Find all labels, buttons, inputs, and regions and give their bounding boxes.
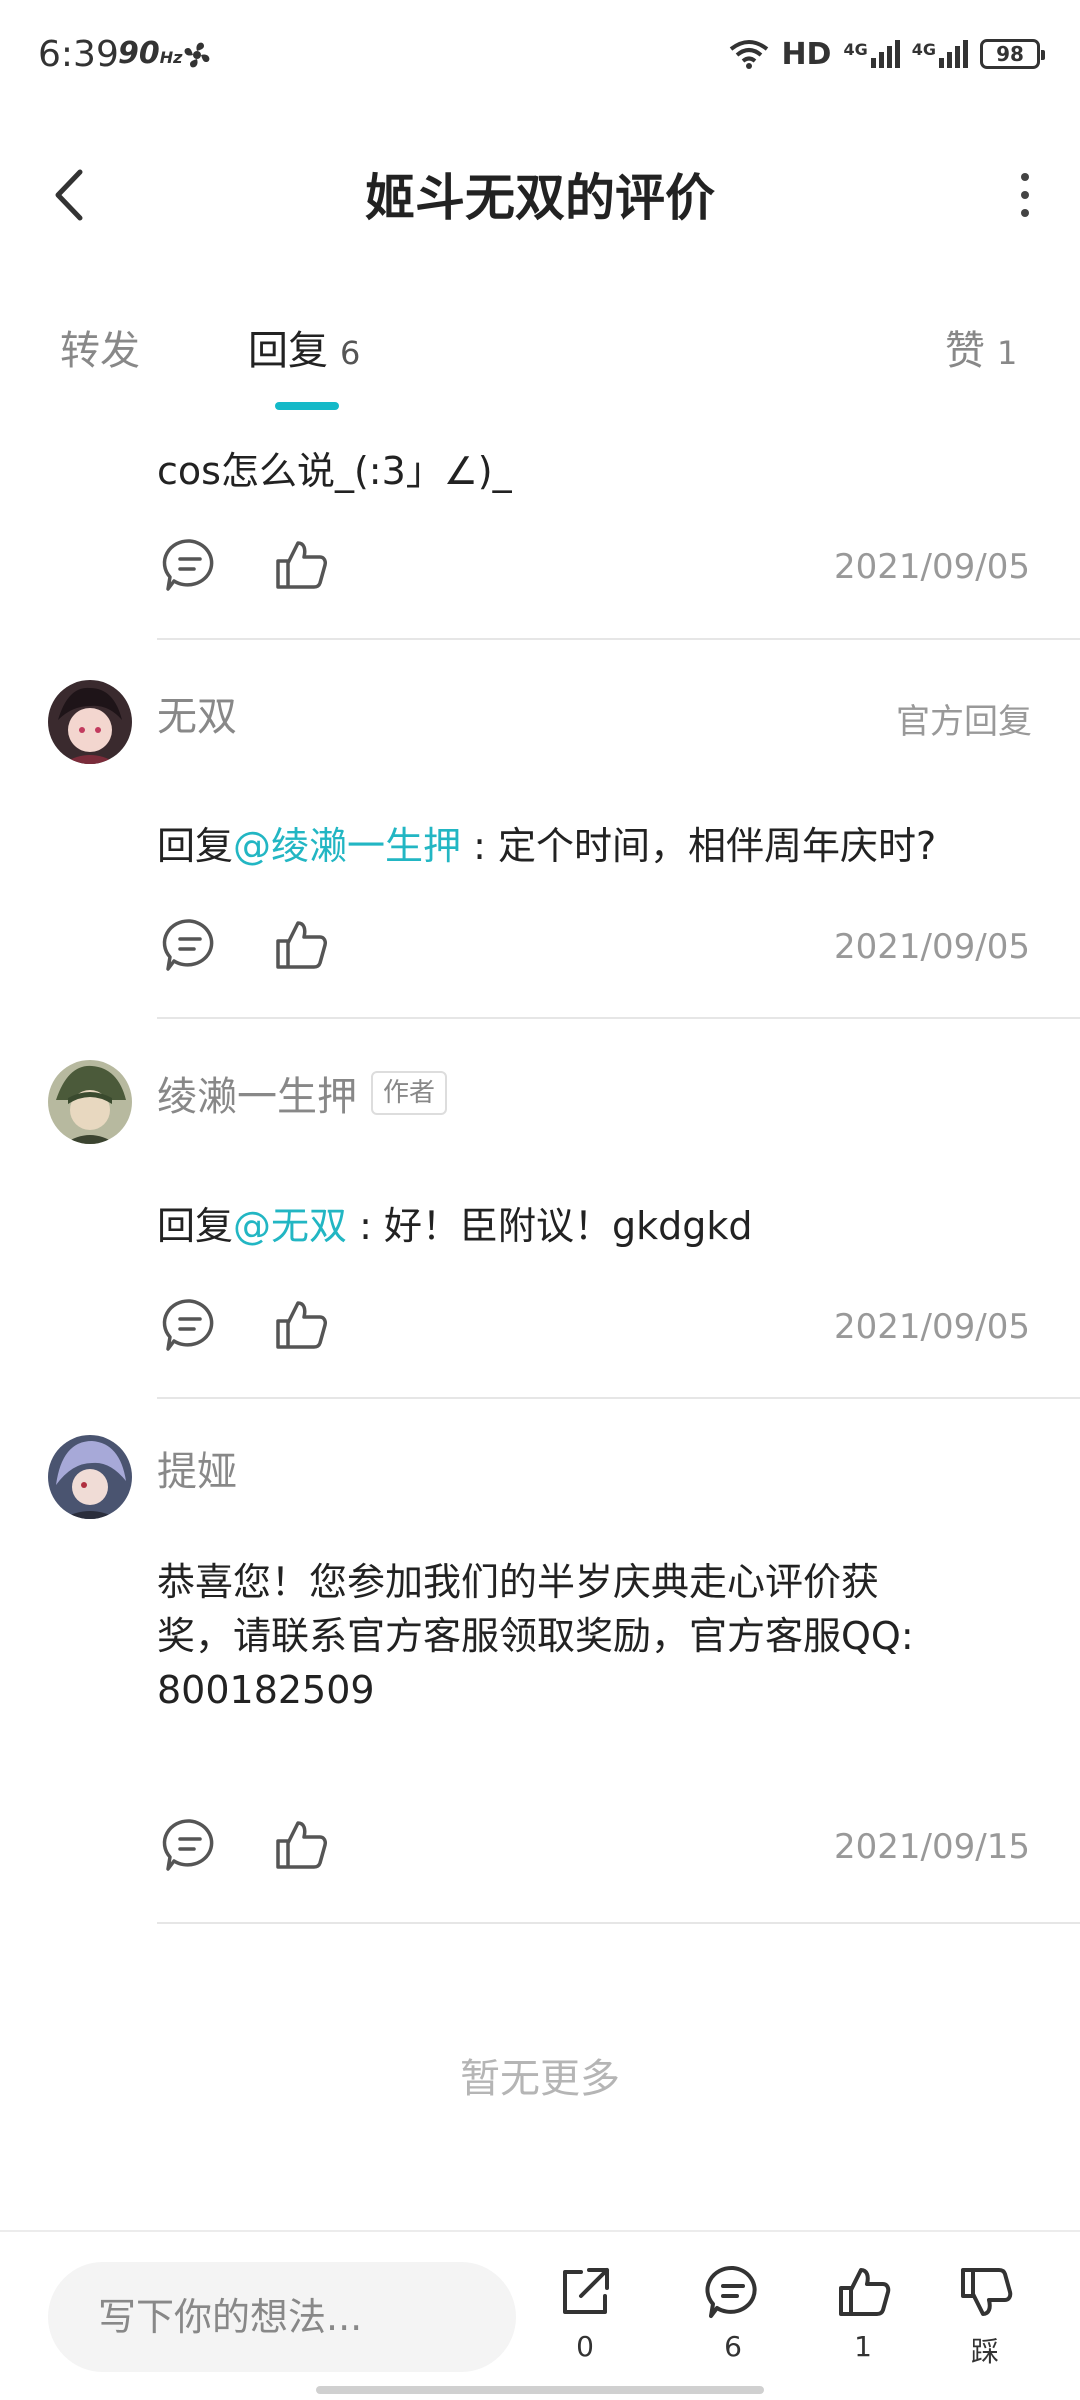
mention-link[interactable]: @无双 xyxy=(233,1204,347,1248)
comment-input[interactable]: 写下你的想法... xyxy=(48,2262,516,2372)
scrolled-text-remnant xyxy=(150,410,1000,430)
thumbs-up-icon[interactable] xyxy=(270,1295,330,1355)
comment-count: 6 xyxy=(724,2330,742,2363)
thumbs-up-icon[interactable] xyxy=(270,1815,330,1875)
reply-body: cos怎么说_(:3」∠)_ xyxy=(157,449,512,493)
avatar[interactable] xyxy=(48,680,132,764)
username[interactable]: 提娅 xyxy=(157,1439,237,1497)
thumbs-up-icon[interactable] xyxy=(270,915,330,975)
status-time: 6:39 xyxy=(38,34,119,75)
reply-item: 无双 官方回复 回复@绫濑一生押 : 定个时间，相伴周年庆时? 2021/09/… xyxy=(0,680,1080,1040)
reply-actions: 2021/09/05 xyxy=(160,535,1040,605)
bottom-action-bar: 写下你的想法... 0 6 1 踩 xyxy=(0,2230,1080,2400)
thumbs-up-icon[interactable] xyxy=(270,535,330,595)
status-indicators: HD 4G 4G 98 xyxy=(729,34,1045,74)
thumbs-down-icon xyxy=(961,2268,1013,2316)
username[interactable]: 绫濑一生押 作者 xyxy=(157,1064,448,1122)
comment-icon[interactable] xyxy=(160,915,220,975)
reply-actions: 2021/09/05 xyxy=(160,915,1040,985)
tab-like[interactable]: 赞1 xyxy=(945,318,1017,376)
comment-icon[interactable] xyxy=(160,535,220,595)
reply-body: 回复@绫濑一生押 : 定个时间，相伴周年庆时? xyxy=(157,824,937,868)
divider xyxy=(157,1397,1080,1399)
dislike-button[interactable]: 踩 xyxy=(940,2262,1030,2382)
divider xyxy=(157,638,1080,640)
share-count: 0 xyxy=(576,2330,594,2363)
avatar[interactable] xyxy=(48,1060,132,1144)
more-options-icon[interactable] xyxy=(1010,165,1040,225)
author-tag: 作者 xyxy=(371,1071,448,1115)
status-bar: 6:39 90Hz HD 4G 4G 98 xyxy=(0,0,1080,110)
reply-date: 2021/09/05 xyxy=(834,927,1030,967)
no-more-label: 暂无更多 xyxy=(460,2056,620,2102)
tab-forward[interactable]: 转发 xyxy=(60,318,140,376)
fan-icon xyxy=(184,42,210,68)
tab-bar: 转发 回复 6 赞1 xyxy=(0,300,1080,410)
reply-item: 提娅 恭喜您！您参加我们的半岁庆典走心评价获 奖，请联系官方客服领取奖励，官方客… xyxy=(0,1435,1080,1955)
page-header: 姬斗无双的评价 xyxy=(0,120,1080,270)
official-reply-badge: 官方回复 xyxy=(896,702,1032,742)
reply-list[interactable]: cos怎么说_(:3」∠)_ 2021/09/05 无双 官方回复 回复@绫濑一… xyxy=(0,410,1080,2230)
signal-4g-1: 4G xyxy=(843,40,900,68)
like-button[interactable]: 1 xyxy=(818,2262,908,2382)
reply-actions: 2021/09/05 xyxy=(160,1295,1040,1365)
refresh-rate: 90Hz xyxy=(118,36,183,71)
thumbs-up-icon xyxy=(839,2268,891,2316)
battery-icon: 98 xyxy=(980,39,1045,69)
mention-link[interactable]: @绫濑一生押 xyxy=(233,824,461,868)
hd-label: HD xyxy=(781,36,832,72)
comment-icon[interactable] xyxy=(160,1815,220,1875)
username[interactable]: 无双 xyxy=(157,684,237,742)
comment-icon[interactable] xyxy=(160,1295,220,1355)
reply-date: 2021/09/15 xyxy=(834,1827,1030,1867)
reply-actions: 2021/09/15 xyxy=(160,1815,1040,1885)
reply-date: 2021/09/05 xyxy=(834,1307,1030,1347)
reply-date: 2021/09/05 xyxy=(834,547,1030,587)
avatar[interactable] xyxy=(48,1435,132,1519)
like-count: 1 xyxy=(854,2330,872,2363)
divider xyxy=(157,1017,1080,1019)
comment-button[interactable]: 6 xyxy=(688,2262,778,2382)
tab-reply[interactable]: 回复 6 xyxy=(248,318,360,376)
share-icon xyxy=(563,2268,609,2314)
reply-body: 恭喜您！您参加我们的半岁庆典走心评价获 奖，请联系官方客服领取奖励，官方客服QQ… xyxy=(157,1560,914,1712)
reply-body: 回复@无双 : 好！臣附议！gkdgkd xyxy=(157,1204,753,1248)
home-indicator[interactable] xyxy=(316,2386,764,2394)
divider xyxy=(157,1922,1080,1924)
dislike-label: 踩 xyxy=(970,2335,999,2368)
signal-4g-2: 4G xyxy=(912,40,968,68)
reply-item: 绫濑一生押 作者 回复@无双 : 好！臣附议！gkdgkd 2021/09/05 xyxy=(0,1060,1080,1420)
comment-icon xyxy=(705,2265,757,2318)
share-button[interactable]: 0 xyxy=(540,2262,630,2382)
page-title: 姬斗无双的评价 xyxy=(365,169,715,227)
active-tab-indicator xyxy=(275,402,339,410)
wifi-icon xyxy=(730,40,769,69)
